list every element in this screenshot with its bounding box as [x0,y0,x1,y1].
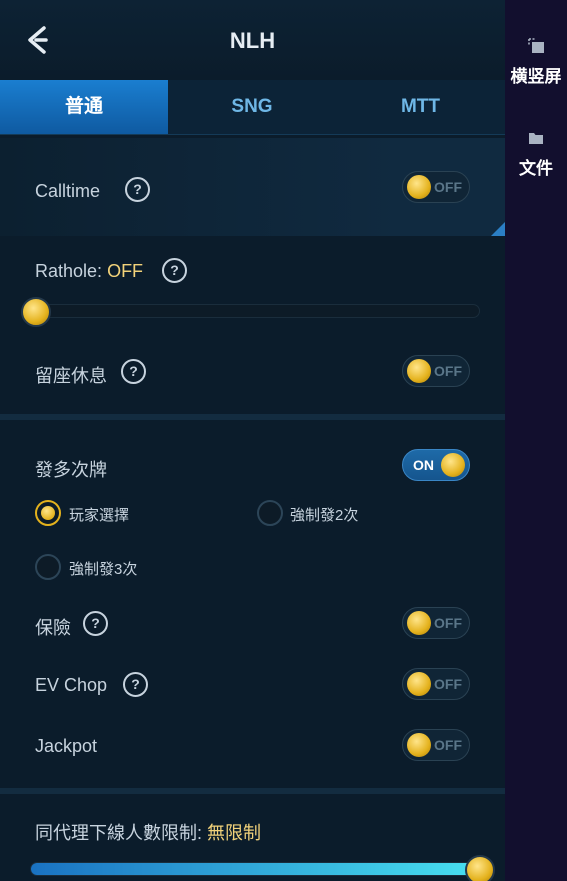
insurance-label: 保險 [35,618,71,638]
page-title: NLH [229,28,276,53]
toggle-knob [441,453,465,477]
radio-player-choice[interactable] [35,500,61,526]
rotate-screen-icon [528,38,544,53]
agent-limit-slider[interactable] [30,862,480,876]
radio-player-choice-label: 玩家選擇 [69,507,130,524]
help-icon[interactable]: ? [162,258,187,283]
calltime-toggle[interactable]: OFF [402,171,470,203]
radio-force-twice[interactable] [257,500,283,526]
toggle-knob [407,359,431,383]
toggle-state: ON [413,457,434,473]
help-icon[interactable]: ? [121,359,146,384]
agent-limit-label-text: 同代理下線人數限制: [35,823,203,843]
folder-icon [529,133,543,144]
ev-chop-toggle[interactable]: OFF [402,668,470,700]
run-it-multiple-toggle[interactable]: ON [402,449,470,481]
help-icon[interactable]: ? [83,611,108,636]
rotate-screen-button[interactable]: 横竖屏 [505,36,567,87]
sit-out-toggle[interactable]: OFF [402,355,470,387]
section-divider [0,414,505,420]
rathole-slider-handle[interactable] [21,297,51,327]
rathole-slider[interactable] [30,304,480,318]
rathole-label: Rathole: OFF [35,261,143,282]
toggle-knob [407,175,431,199]
calltime-label: Calltime [35,181,101,201]
toggle-state: OFF [434,676,462,692]
toggle-state: OFF [434,737,462,753]
settings-panel: NLH 普通 SNG MTT Calltime ? OFF Rathole: O… [0,0,505,881]
tab-mtt[interactable]: MTT [336,80,505,134]
run-it-multiple-label: 發多次牌 [35,460,107,480]
insurance-toggle[interactable]: OFF [402,607,470,639]
toggle-state: OFF [434,615,462,631]
agent-limit-slider-handle[interactable] [465,855,495,881]
file-button[interactable]: 文件 [505,128,567,179]
toggle-state: OFF [434,179,462,195]
agent-limit-label: 同代理下線人數限制: 無限制 [35,819,261,845]
section-divider [0,788,505,794]
ev-chop-label: EV Chop [35,675,108,695]
toggle-state: OFF [434,363,462,379]
sit-out-label: 留座休息 [35,366,107,386]
rotate-screen-label: 横竖屏 [510,67,562,86]
agent-limit-value: 無限制 [207,823,262,843]
rathole-label-text: Rathole: [35,261,103,281]
radio-force-twice-label: 強制發2次 [290,507,359,524]
header: NLH [0,0,505,78]
calltime-section: Calltime ? OFF [0,138,505,236]
corner-decoration [491,222,505,236]
rathole-value: OFF [107,261,144,281]
toggle-knob [407,611,431,635]
right-sidebar: 横竖屏 文件 [505,0,567,881]
radio-force-three[interactable] [35,554,61,580]
tab-bar: 普通 SNG MTT [0,80,505,135]
toggle-knob [407,733,431,757]
help-icon[interactable]: ? [123,672,148,697]
jackpot-toggle[interactable]: OFF [402,729,470,761]
jackpot-label: Jackpot [35,736,98,756]
tab-normal[interactable]: 普通 [0,80,168,134]
file-label: 文件 [519,159,553,178]
toggle-knob [407,672,431,696]
tab-sng[interactable]: SNG [168,80,336,134]
slider-fill [31,863,479,875]
radio-force-three-label: 強制發3次 [69,561,138,578]
help-icon[interactable]: ? [125,177,150,202]
